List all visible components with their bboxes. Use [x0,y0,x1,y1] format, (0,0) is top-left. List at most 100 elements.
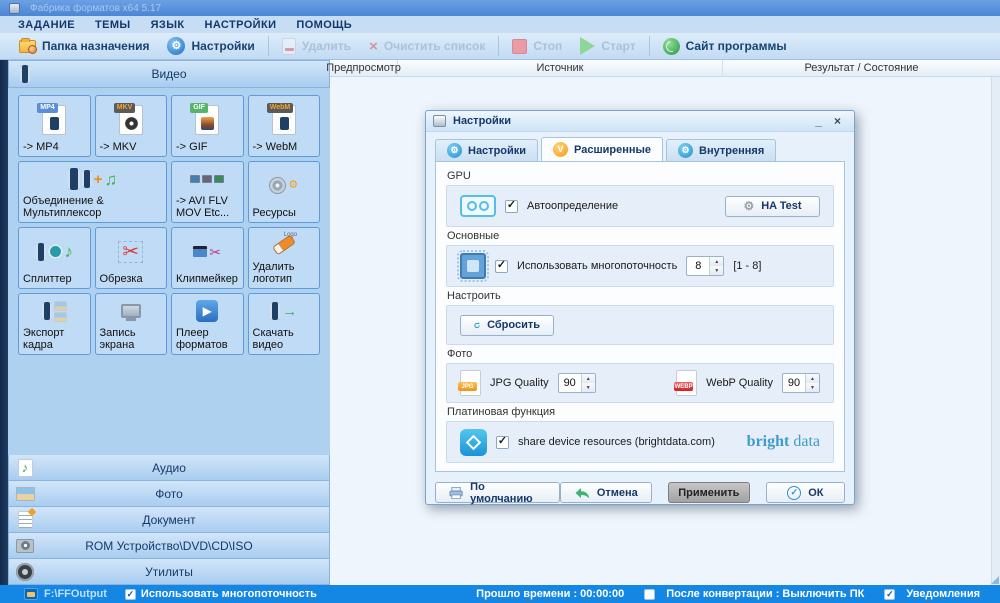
sidebar-section-rom[interactable]: ROM Устройство\DVD\CD\ISO [8,533,330,559]
column-result-state[interactable]: Результат / Состояние [723,60,1000,76]
plus-icon: + [93,170,103,188]
sidebar-section-utilities[interactable]: Утилиты [8,559,330,585]
app-icon [9,2,20,14]
gear-icon: ⚙ [288,179,299,192]
statusbar-multithread-checkbox[interactable]: ✓ [124,588,136,600]
elapsed-time: Прошло времени : 00:00:00 [476,588,625,600]
platinum-group: ✓ share device resources (brightdata.com… [446,421,834,463]
menu-task[interactable]: ЗАДАНИЕ [18,19,75,31]
undo-arrow-icon [575,487,590,498]
sidebar-section-video[interactable]: Видео [8,60,330,88]
ok-button[interactable]: ✓ ОК [765,482,845,503]
tile-clipmaker[interactable]: ✂ Клипмейкер [171,227,244,289]
webp-quality-stepper[interactable]: 90 ▲ ▼ [782,373,820,393]
share-resources-checkbox[interactable]: ✓ [496,435,509,449]
music-note-icon: ♪ [64,242,74,262]
remove-button[interactable]: Удалить [273,34,360,58]
notifications-checkbox[interactable]: ✓ [884,588,896,600]
column-preview[interactable]: Предпросмотр [326,60,401,76]
tile-to-webm[interactable]: WebM -> WebM [247,95,320,157]
tile-trim[interactable]: ✂ Обрезка [94,227,167,289]
sidebar-section-audio[interactable]: ♪ Аудио [8,455,330,481]
sidebar: Видео MP4 -> MP4 MKV -> MKV GIF -> GIF W… [8,60,330,585]
filmstrip-icon [81,170,92,189]
tile-mux-join[interactable]: + ♫ Объединение & Мультиплексор [18,161,167,223]
clapperboard-icon [193,246,208,258]
tile-to-avi-flv-mov[interactable]: -> AVI FLV MOV Etc... [171,161,244,223]
shutdown-after-checkbox[interactable]: ✓ [644,588,656,600]
jpg-quality-stepper[interactable]: 90 ▲ ▼ [557,373,596,393]
stop-icon [512,38,528,54]
crop-frame-icon: ✂ [118,240,144,263]
gpu-group: ✓ Автоопределение ⚙ HA Test [446,185,834,227]
reel-icon [47,244,63,260]
tile-export-frame[interactable]: Экспорт кадра [18,293,91,355]
menu-settings[interactable]: НАСТРОЙКИ [205,19,277,31]
sidebar-section-document[interactable]: Документ [8,507,330,533]
play-icon [580,37,596,55]
tile-format-player[interactable]: ▶ Плеер форматов [171,293,244,355]
tile-splitter[interactable]: ♪ Сплиттер [18,227,91,289]
dialog-close-button[interactable]: × [828,115,847,127]
website-button[interactable]: Сайт программы [654,34,796,58]
tab-settings[interactable]: ⚙ Настройки [435,139,539,161]
tile-screen-record[interactable]: Запись экрана [94,293,167,355]
cancel-button[interactable]: Отмена [559,482,652,503]
title-bar: Фабрика форматов x64 5.17 [0,0,1000,16]
vertical-scrollbar[interactable] [991,77,1000,585]
filmstrip-icon [41,302,52,321]
filmstrip-icon [35,242,46,261]
mp4-file-icon: MP4 [37,102,67,135]
dialog-body: GPU ✓ Автоопределение ⚙ HA Test Основные… [435,161,845,472]
general-section-label: Основные [447,230,500,242]
platinum-section-label: Платиновая функция [447,406,556,418]
photo-icon [53,311,67,322]
autodetect-checkbox[interactable]: ✓ [505,199,518,213]
output-path[interactable]: F:\FFOutput [44,588,107,600]
gear-icon: ⚙ [447,143,462,158]
tile-remove-logo[interactable]: Logo Удалить логотип [247,227,320,289]
photo-icon [53,300,67,311]
destination-folder-button[interactable]: Папка назначения [10,34,158,58]
start-button[interactable]: Старт [571,34,644,58]
ha-test-button[interactable]: ⚙ HA Test [725,195,820,217]
dialog-title-bar[interactable]: Настройки _ × [426,111,854,132]
v-badge-icon: V [553,142,569,157]
tab-advanced[interactable]: V Расширенные [541,137,664,161]
menu-language[interactable]: ЯЗЫК [151,19,185,31]
menu-themes[interactable]: ТЕМЫ [95,19,131,31]
thread-count-stepper[interactable]: 8 ▲ ▼ [686,256,725,276]
clear-list-button[interactable]: × Очистить список [360,34,494,58]
resize-grip[interactable] [991,576,999,584]
refresh-icon [474,322,480,328]
ok-check-icon: ✓ [787,485,802,500]
apply-button[interactable]: Применить [667,482,750,503]
gpu-section-label: GPU [447,170,471,182]
gear-icon: ⚙ [743,199,755,213]
menu-bar: ЗАДАНИЕ ТЕМЫ ЯЗЫК НАСТРОЙКИ ПОМОЩЬ [0,16,1000,33]
dialog-tabs: ⚙ Настройки V Расширенные ⚙ Внутренняя [426,132,854,161]
menu-help[interactable]: ПОМОЩЬ [296,19,352,31]
stop-button[interactable]: Стоп [503,34,571,58]
dialog-minimize-button[interactable]: _ [809,115,828,127]
tile-to-gif[interactable]: GIF -> GIF [171,95,244,157]
column-source[interactable]: Источник [398,60,723,76]
toolbar-separator [267,36,269,56]
sidebar-section-photo[interactable]: Фото [8,481,330,507]
shutdown-after-label: После конвертации : Выключить ПК [666,588,865,600]
default-button[interactable]: По умолчанию [435,481,560,505]
tile-download-video[interactable]: → Скачать видео [247,293,320,355]
tab-internal[interactable]: ⚙ Внутренняя [666,139,777,161]
tile-resources[interactable]: ⚙ Ресурсы [247,161,320,223]
tile-to-mkv[interactable]: MKV -> MKV [94,95,167,157]
thread-range-label: [1 - 8] [733,260,762,272]
disc-icon [269,177,287,195]
general-group: ✓ Использовать многопоточность 8 ▲ ▼ [1 -… [446,245,834,287]
settings-button[interactable]: ⚙ Настройки [158,34,263,58]
multithread-checkbox[interactable]: ✓ [495,259,508,273]
download-arrow-icon: → [282,302,298,320]
dialog-buttons: По умолчанию Отмена Применить ✓ ОК [435,481,845,505]
tile-to-mp4[interactable]: MP4 -> MP4 [18,95,91,157]
statusbar-multithread-label: Использовать многопоточность [140,588,317,600]
reset-button[interactable]: Сбросить [460,314,554,336]
